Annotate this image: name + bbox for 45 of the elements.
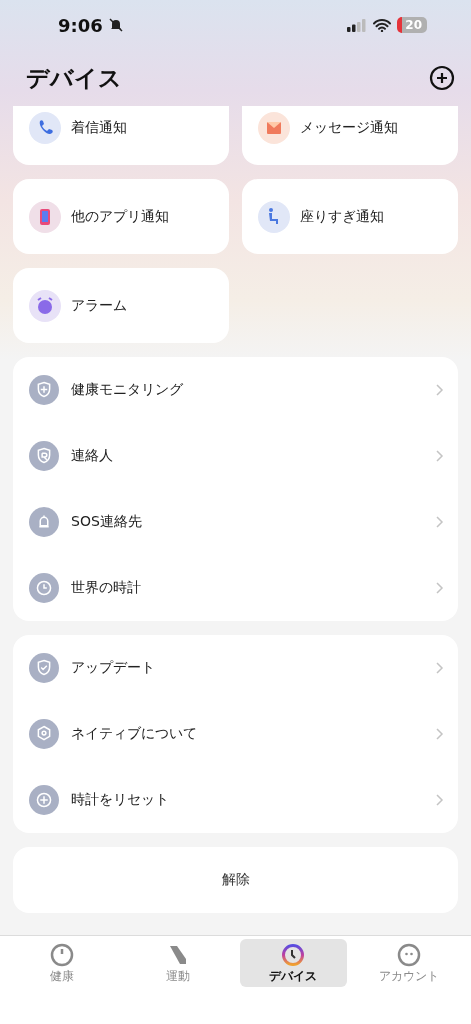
notification-tile[interactable]: 他のアプリ通知 (13, 179, 229, 254)
page-title: デバイス (26, 63, 122, 93)
chevron-right-icon (436, 728, 444, 740)
settings-item[interactable]: 世界の時計 (13, 555, 458, 621)
plus-circle-icon (29, 785, 59, 815)
tab[interactable]: 健康 (8, 939, 116, 987)
seated-person-icon (258, 200, 290, 233)
clock-icon (49, 943, 74, 967)
chevron-right-icon (436, 384, 444, 396)
alarm-clock-icon (29, 289, 61, 322)
settings-item[interactable]: 時計をリセット (13, 767, 458, 833)
smiley-icon (397, 943, 422, 967)
tab[interactable]: アカウント (355, 939, 463, 987)
signal-icon (347, 18, 368, 32)
add-icon[interactable] (429, 65, 455, 91)
chevron-right-icon (436, 794, 444, 806)
chevron-right-icon (436, 450, 444, 462)
shield-check-icon (29, 653, 59, 683)
shield-plus-icon (29, 375, 59, 405)
clock-icon (281, 943, 306, 967)
clock-icon (29, 573, 59, 603)
tab[interactable]: デバイス (239, 939, 348, 987)
notification-tile[interactable]: メッセージ通知 (242, 106, 458, 165)
settings-item[interactable]: 連絡人 (13, 423, 458, 489)
smartphone-icon (29, 200, 61, 233)
settings-item[interactable]: SOS連絡先 (13, 489, 458, 555)
bell-muted-icon (108, 18, 123, 32)
chevron-right-icon (436, 662, 444, 674)
chevron-right-icon (436, 582, 444, 594)
battery-level: 20 (397, 17, 427, 33)
notification-tile[interactable]: 着信通知 (13, 106, 229, 165)
envelope-icon (258, 111, 290, 144)
notification-tile[interactable]: 座りすぎ通知 (242, 179, 458, 254)
chevron-right-icon (436, 516, 444, 528)
shield-icon (29, 441, 59, 471)
status-time: 9:06 (58, 14, 103, 36)
settings-item[interactable]: アップデート (13, 635, 458, 701)
tab[interactable]: 運動 (123, 939, 232, 987)
bell-icon (29, 507, 59, 537)
unpair-button[interactable]: 解除 (13, 847, 458, 913)
notification-tile[interactable]: アラーム (13, 268, 229, 343)
settings-item[interactable]: ネイティブについて (13, 701, 458, 767)
settings-item[interactable]: 健康モニタリング (13, 357, 458, 423)
phone-icon (29, 111, 61, 144)
wifi-icon (373, 18, 392, 32)
